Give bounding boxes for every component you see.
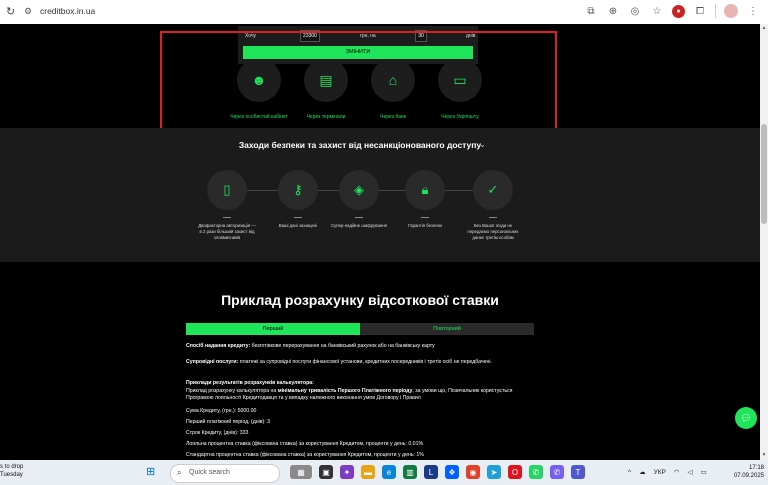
paragraph-text: платежі за супровідні послуги фінансової…: [238, 359, 492, 365]
security-item-guarantee: 🔒︎ Гарантія безпеки: [395, 170, 455, 229]
eye-off-icon[interactable]: ◎: [628, 4, 642, 18]
chrome-icon[interactable]: ◉: [466, 465, 480, 479]
key-icon: ⚷: [278, 170, 318, 210]
scroll-down-icon[interactable]: ▼: [761, 452, 767, 458]
system-tray: ^ ☁ УКР ◠ ◁ ▭: [628, 468, 707, 477]
security-section: Заходи безпеки та захист від несанкціоно…: [0, 128, 760, 262]
paragraph-bold: мінімальну тривалість Першого Платіжного…: [277, 387, 413, 394]
wifi-icon[interactable]: ◠: [674, 468, 680, 476]
widget-icon[interactable]: ▦: [290, 465, 312, 479]
browser-toolbar: ↻ ⚙ creditbox.in.ua ⧉ ⊕ ◎ ☆ ● ⧠ ⋮: [0, 0, 768, 25]
file-explorer-icon[interactable]: ▬: [361, 465, 375, 479]
clock[interactable]: 17:18 07.09.2025: [730, 464, 764, 481]
lock-icon: 🔒︎: [405, 170, 445, 210]
security-item-label: Ваші дані захищені: [278, 223, 318, 228]
security-item-label: Супер-надійне шифрування: [331, 223, 387, 228]
taskbar-left-text: s to drop Tuesday: [0, 463, 23, 479]
security-item-2fa: ▯ Двофакторна авторизація — в 2 рази біл…: [197, 170, 257, 240]
phone-lock-icon: ▯: [207, 170, 247, 210]
rate-example-section: Приклад розрахунку відсоткової ставки Пе…: [0, 262, 760, 460]
toolbar-divider: [715, 4, 716, 18]
windows-start-icon[interactable]: ⊞: [146, 466, 158, 478]
security-item-label: Гарантія безпеки: [408, 223, 442, 228]
viber-icon[interactable]: ✆: [550, 465, 564, 479]
paragraph-bold: Приклади результатів розрахунків калькул…: [186, 380, 314, 386]
example-title: Приклад розрахунку відсоткової ставки: [221, 292, 499, 308]
extension-icon[interactable]: ●: [672, 4, 685, 18]
item-dash: [355, 217, 363, 218]
taskbar-left-line: Tuesday: [0, 472, 23, 479]
task-view-icon[interactable]: ▣: [319, 465, 333, 479]
paragraph-text: безготівкове перерахування на банківськи…: [250, 343, 435, 349]
security-item-data: ⚷ Ваші дані захищені: [268, 170, 328, 229]
telegram-icon[interactable]: ➤: [487, 465, 501, 479]
security-item-encryption: ◈ Супер-надійне шифрування: [329, 170, 389, 229]
teams-icon[interactable]: T: [571, 465, 585, 479]
example-tabs: Перший Повторний: [186, 323, 534, 335]
clock-date: 07.09.2025: [733, 473, 764, 480]
extensions-puzzle-icon[interactable]: ⧠: [693, 4, 707, 18]
paragraph-bold: Спосіб надання кредиту:: [186, 343, 251, 349]
page-scrollbar[interactable]: ▲ ▼: [760, 24, 768, 460]
whatsapp-icon[interactable]: ✆: [529, 465, 543, 479]
search-placeholder: Quick search: [189, 469, 230, 476]
item-dash: [421, 217, 429, 218]
cloud-icon[interactable]: ☁: [639, 468, 646, 476]
clock-time: 17:18: [748, 465, 764, 471]
site-info-icon[interactable]: ⚙: [24, 6, 36, 18]
taskbar-search[interactable]: ⌕ Quick search: [170, 464, 280, 483]
results-paragraph: Приклади результатів розрахунків калькул…: [186, 380, 534, 403]
scrollbar-thumb[interactable]: [761, 124, 767, 224]
tab-repeat[interactable]: Повторний: [360, 323, 534, 335]
language-indicator[interactable]: УКР: [654, 469, 666, 476]
loan-sum-line: Сума Кредиту, (грн.): 5000.00: [186, 408, 257, 414]
search-icon: ⌕: [177, 468, 182, 477]
chevron-down-icon[interactable]: ⌄: [479, 140, 486, 149]
dropbox-icon[interactable]: ❖: [445, 465, 459, 479]
opera-icon[interactable]: O: [508, 465, 522, 479]
highlight-box: [160, 31, 557, 142]
scroll-up-icon[interactable]: ▲: [761, 25, 767, 31]
copilot-icon[interactable]: ✦: [340, 465, 354, 479]
install-app-icon[interactable]: ⧉: [584, 4, 598, 18]
diamond-icon: ◈: [339, 170, 379, 210]
item-dash: [294, 217, 302, 218]
paragraph-text: Приклад розрахунку калькулятора на: [186, 387, 278, 394]
address-bar[interactable]: creditbox.in.ua: [40, 6, 95, 16]
item-dash: [489, 217, 497, 218]
services-paragraph: Супровідні послуги: платежі за супровідн…: [186, 359, 534, 367]
taskbar-left-line: s to drop: [0, 464, 24, 470]
security-item-label: Без Вашої згоди не передаємо персональни…: [467, 223, 519, 240]
battery-icon[interactable]: ▭: [701, 468, 707, 476]
loan-term-line: Строк Кредиту, (днів): 333: [186, 430, 249, 436]
first-period-line: Перший платіжний період, (днів): 3: [186, 419, 271, 425]
reload-icon[interactable]: ↻: [6, 5, 15, 18]
zoom-icon[interactable]: ⊕: [606, 4, 620, 18]
bookmark-star-icon[interactable]: ☆: [650, 4, 664, 18]
menu-dots-icon[interactable]: ⋮: [746, 4, 760, 18]
tray-chevron-up-icon[interactable]: ^: [628, 469, 631, 476]
page-content: ☻ Через особистий кабінет ▤ Через термін…: [0, 24, 760, 460]
security-title: Заходи безпеки та захист від несанкціоно…: [238, 140, 482, 150]
item-dash: [223, 217, 231, 218]
security-item-label: Двофакторна авторизація — в 2 рази більш…: [198, 223, 256, 240]
app-l-icon[interactable]: L: [424, 465, 438, 479]
edge-icon[interactable]: e: [382, 465, 396, 479]
security-item-consent: ✓ Без Вашої згоди не передаємо персональ…: [463, 170, 523, 240]
volume-icon[interactable]: ◁: [688, 468, 693, 476]
windows-taskbar: s to drop Tuesday ⊞ ⌕ Quick search ▦ ▣ ✦…: [0, 460, 768, 485]
tab-first[interactable]: Перший: [186, 323, 360, 335]
credit-method-paragraph: Спосіб надання кредиту: безготівкове пер…: [186, 343, 534, 351]
taskbar-apps: ▦ ▣ ✦ ▬ e ▥ L ❖ ◉ ➤ O ✆ ✆ T: [290, 465, 585, 479]
paragraph-bold: Супровідні послуги:: [186, 359, 239, 365]
store-icon[interactable]: ▥: [403, 465, 417, 479]
loyal-rate-line: Лояльна процентна ставка (фіксована став…: [186, 441, 424, 447]
chat-icon[interactable]: 💬︎: [735, 407, 757, 429]
profile-avatar[interactable]: [724, 4, 738, 18]
standard-rate-line: Стандартна процентна ставка (фіксована с…: [186, 452, 424, 458]
shield-check-icon: ✓: [473, 170, 513, 210]
